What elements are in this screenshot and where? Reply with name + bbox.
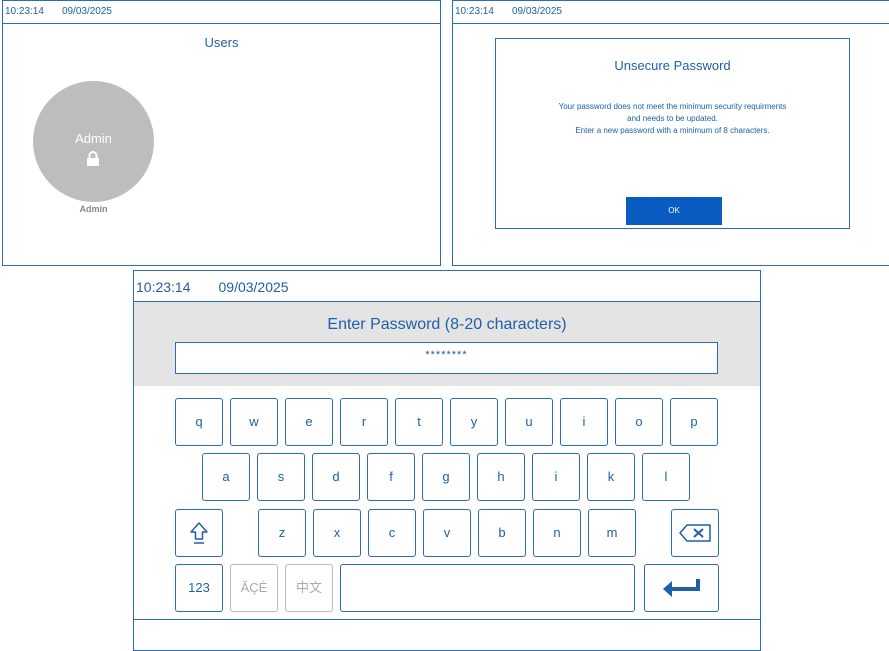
status-bar: 10:23:14 09/03/2025 <box>134 271 760 302</box>
user-avatar-admin[interactable]: Admin <box>33 81 154 202</box>
password-entry-screen: 10:23:14 09/03/2025 Enter Password (8-20 … <box>133 270 761 651</box>
page-title: Users <box>204 35 239 50</box>
avatar-caption: Admin <box>79 204 108 214</box>
clock-date: 09/03/2025 <box>218 279 289 295</box>
key[interactable]: v <box>423 509 471 557</box>
key[interactable]: c <box>368 509 416 557</box>
unsecure-password-dialog: Unsecure Password Your password does not… <box>495 38 850 229</box>
key[interactable]: a <box>202 453 250 501</box>
ok-button[interactable]: OK <box>626 197 722 225</box>
shift-arrow-icon <box>190 522 208 544</box>
clock-time: 10:23:14 <box>455 6 494 17</box>
users-screen: 10:23:14 09/03/2025 Users Admin Admin <box>2 0 441 266</box>
key[interactable]: w <box>230 398 278 446</box>
key[interactable]: s <box>257 453 305 501</box>
key[interactable]: f <box>367 453 415 501</box>
key[interactable]: o <box>615 398 663 446</box>
clock-date: 09/03/2025 <box>511 6 562 17</box>
space-key[interactable] <box>340 564 635 612</box>
key[interactable]: e <box>285 398 333 446</box>
shift-key[interactable] <box>175 509 223 557</box>
key[interactable]: y <box>450 398 498 446</box>
key[interactable]: q <box>175 398 223 446</box>
key[interactable]: x <box>313 509 361 557</box>
key[interactable]: b <box>478 509 526 557</box>
numbers-key[interactable]: 123 <box>175 564 223 612</box>
lock-icon <box>87 151 99 166</box>
clock-date: 09/03/2025 <box>61 6 112 17</box>
dialog-title: Unsecure Password <box>614 58 731 73</box>
key[interactable]: r <box>340 398 388 446</box>
key[interactable]: k <box>587 453 635 501</box>
message-line: Your password does not meet the minimum … <box>558 102 787 111</box>
enter-arrow-icon <box>662 579 700 597</box>
message-line: and needs to be updated. <box>627 114 718 123</box>
clock-time: 10:23:14 <box>5 6 44 17</box>
key[interactable]: z <box>258 509 306 557</box>
key[interactable]: n <box>533 509 581 557</box>
backspace-icon <box>679 524 711 542</box>
key[interactable]: h <box>477 453 525 501</box>
status-bar: 10:23:14 09/03/2025 <box>453 1 889 24</box>
dialog-message: Your password does not meet the minimum … <box>496 101 849 137</box>
key[interactable]: p <box>670 398 718 446</box>
message-line: Enter a new password with a minimum of 8… <box>575 126 770 135</box>
key[interactable]: i <box>560 398 608 446</box>
unsecure-password-screen: 10:23:14 09/03/2025 Unsecure Password You… <box>452 0 889 266</box>
status-bar: 10:23:14 09/03/2025 <box>3 1 440 24</box>
key[interactable]: i <box>532 453 580 501</box>
key[interactable]: m <box>588 509 636 557</box>
password-title: Enter Password (8-20 characters) <box>327 316 567 333</box>
chinese-key: 中文 <box>285 564 333 612</box>
avatar-label: Admin <box>75 131 112 146</box>
accents-key: ĂÇÉ <box>230 564 278 612</box>
password-header: Enter Password (8-20 characters) *******… <box>134 302 760 386</box>
clock-time: 10:23:14 <box>136 279 191 295</box>
bottom-divider <box>134 619 760 620</box>
backspace-key[interactable] <box>671 509 719 557</box>
key[interactable]: l <box>642 453 690 501</box>
key[interactable]: t <box>395 398 443 446</box>
key[interactable]: d <box>312 453 360 501</box>
key[interactable]: g <box>422 453 470 501</box>
password-input[interactable]: ******** <box>175 342 718 374</box>
key[interactable]: u <box>505 398 553 446</box>
enter-key[interactable] <box>644 564 719 612</box>
